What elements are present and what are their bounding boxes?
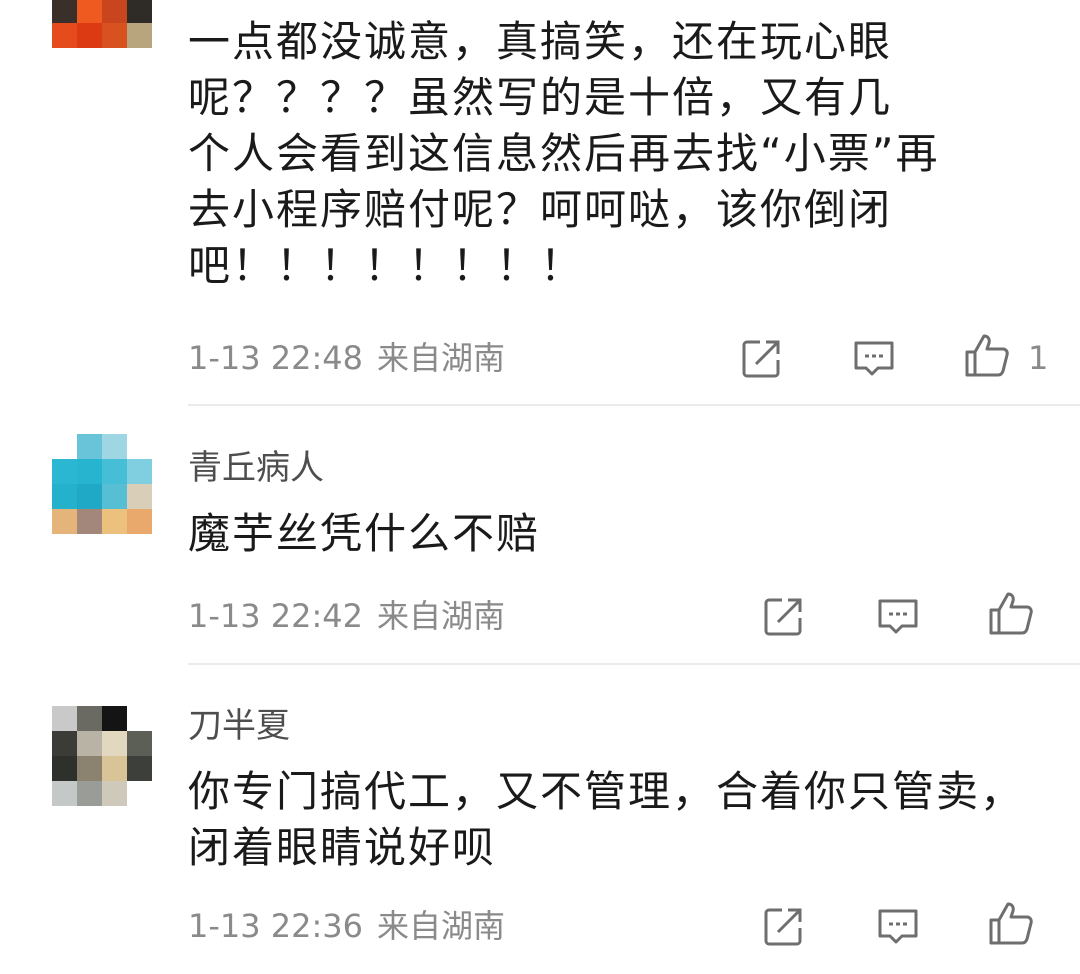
divider xyxy=(188,404,1080,406)
comment-text-line: 呢？？？？虽然写的是十倍，又有几 xyxy=(188,73,893,122)
avatar[interactable] xyxy=(52,706,152,806)
avatar-pixel xyxy=(127,23,152,48)
avatar-pixel xyxy=(52,459,77,484)
comment-text-line: 个人会看到这信息然后再去找“小票”再 xyxy=(188,129,940,178)
avatar[interactable] xyxy=(52,0,152,73)
avatar-pixel xyxy=(52,731,77,756)
avatar-pixel xyxy=(102,48,127,73)
location: 来自湖南 xyxy=(377,339,506,377)
avatar-pixel xyxy=(102,756,127,781)
avatar-pixel xyxy=(77,459,102,484)
reply-button[interactable] xyxy=(874,592,922,640)
avatar-pixel xyxy=(127,781,152,806)
avatar-pixel xyxy=(77,781,102,806)
timestamp: 1-13 22:36 xyxy=(188,907,364,945)
avatar-pixel xyxy=(102,509,127,534)
divider xyxy=(188,663,1080,665)
comment-text-line: 魔芋丝凭什么不赔 xyxy=(188,509,541,558)
avatar-pixel xyxy=(102,484,127,509)
share-button[interactable] xyxy=(738,334,786,382)
avatar-pixel xyxy=(77,48,102,73)
avatar-pixel xyxy=(127,509,152,534)
avatar-pixel xyxy=(77,23,102,48)
avatar-pixel xyxy=(52,781,77,806)
share-button[interactable] xyxy=(760,902,808,950)
comment-icon xyxy=(854,341,894,376)
comment-meta: 1-13 22:42 来自湖南 xyxy=(188,596,505,636)
share-icon xyxy=(764,908,802,946)
like-button[interactable] xyxy=(962,330,1010,378)
avatar-pixel xyxy=(127,706,152,731)
avatar-pixel xyxy=(127,434,152,459)
avatar-pixel xyxy=(77,434,102,459)
location: 来自湖南 xyxy=(377,597,506,635)
thumbs-up-icon xyxy=(965,334,1009,377)
thumbs-up-icon xyxy=(989,592,1033,635)
avatar-pixel xyxy=(52,756,77,781)
avatar-pixel xyxy=(52,484,77,509)
comment-text-line: 你专门搞代工，又不管理，合着你只管卖， xyxy=(188,767,1025,816)
like-button[interactable] xyxy=(986,588,1034,636)
avatar-pixel xyxy=(127,48,152,73)
reply-button[interactable] xyxy=(874,902,922,950)
avatar-pixel xyxy=(77,731,102,756)
avatar-pixel xyxy=(52,509,77,534)
avatar-pixel xyxy=(102,706,127,731)
comment-text-line: 一点都没诚意，真搞笑，还在玩心眼 xyxy=(188,17,893,66)
avatar-pixel xyxy=(102,781,127,806)
comment-text: 一点都没诚意，真搞笑，还在玩心眼 呢？？？？虽然写的是十倍，又有几 个人会看到这… xyxy=(188,14,940,294)
share-icon xyxy=(764,598,802,636)
avatar-pixel xyxy=(102,459,127,484)
username[interactable]: 青丘病人 xyxy=(188,448,324,488)
comment-icon xyxy=(878,599,918,634)
avatar-pixel xyxy=(102,731,127,756)
thumbs-up-icon xyxy=(989,902,1033,945)
avatar-pixel xyxy=(102,23,127,48)
location: 来自湖南 xyxy=(377,907,506,945)
avatar-pixel xyxy=(52,706,77,731)
username[interactable]: 刀半夏 xyxy=(188,706,290,746)
avatar-pixel xyxy=(77,706,102,731)
avatar-pixel xyxy=(52,23,77,48)
share-icon xyxy=(742,340,780,378)
comment-text-line: 闭着眼睛说好呗 xyxy=(188,823,497,872)
avatar-pixel xyxy=(102,434,127,459)
comment-icon xyxy=(878,909,918,944)
avatar-pixel xyxy=(77,484,102,509)
avatar-pixel xyxy=(127,756,152,781)
avatar-pixel xyxy=(52,48,77,73)
avatar-pixel xyxy=(102,0,127,23)
avatar[interactable] xyxy=(52,434,152,534)
comment-text: 你专门搞代工，又不管理，合着你只管卖， 闭着眼睛说好呗 xyxy=(188,764,1024,876)
avatar-pixel xyxy=(52,0,77,23)
comment-text: 魔芋丝凭什么不赔 xyxy=(188,506,540,562)
comment-text-line: 吧！！！！！！！！ xyxy=(188,241,585,290)
avatar-pixel xyxy=(52,434,77,459)
like-count: 1 xyxy=(1028,339,1049,377)
avatar-pixel xyxy=(127,731,152,756)
reply-button[interactable] xyxy=(850,334,898,382)
comment-meta: 1-13 22:36 来自湖南 xyxy=(188,906,505,946)
share-button[interactable] xyxy=(760,592,808,640)
timestamp: 1-13 22:48 xyxy=(188,339,364,377)
comment-text-line: 去小程序赔付呢？呵呵哒，该你倒闭 xyxy=(188,185,893,234)
avatar-pixel xyxy=(77,509,102,534)
comment-meta: 1-13 22:48 来自湖南 xyxy=(188,338,505,378)
like-button[interactable] xyxy=(986,898,1034,946)
avatar-pixel xyxy=(127,0,152,23)
avatar-pixel xyxy=(127,484,152,509)
avatar-pixel xyxy=(127,459,152,484)
timestamp: 1-13 22:42 xyxy=(188,597,364,635)
avatar-pixel xyxy=(77,756,102,781)
avatar-pixel xyxy=(77,0,102,23)
